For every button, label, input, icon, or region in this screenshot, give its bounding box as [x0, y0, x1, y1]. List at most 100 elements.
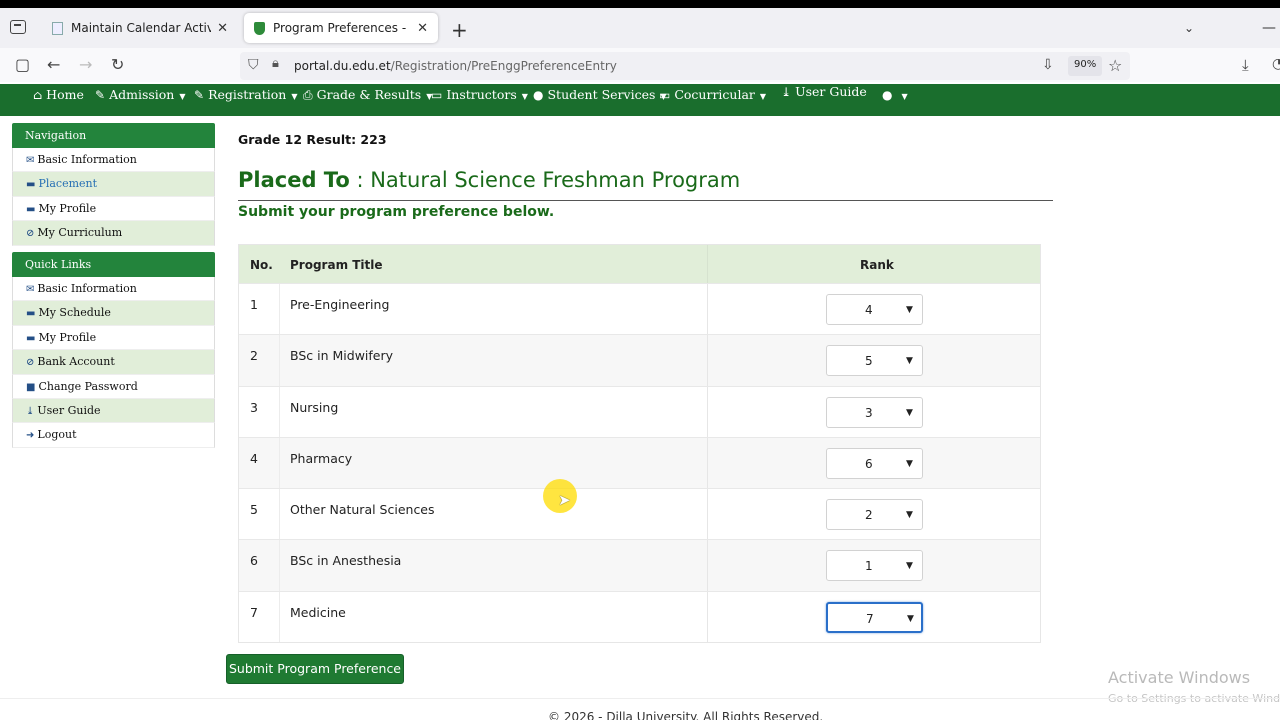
forward-arrow-icon[interactable]: → — [79, 55, 92, 74]
program-title: Other Natural Sciences — [290, 502, 435, 518]
rank-select[interactable]: 6 ▼ — [826, 447, 923, 479]
nav-link-placement[interactable]: ▬ Placement — [12, 172, 215, 197]
eye-slash-icon: ⊘ — [26, 228, 35, 240]
column-divider — [707, 335, 708, 386]
program-title: Medicine — [290, 604, 346, 620]
briefcase-icon: ▬ — [26, 179, 36, 191]
reload-icon[interactable]: ↻ — [111, 55, 124, 74]
table-row: 1 Pre-Engineering 4 ▼ — [239, 283, 1040, 335]
nav-home[interactable]: ⌂ Home — [33, 87, 84, 102]
column-divider — [279, 540, 280, 591]
rank-select-focused[interactable]: 7 ▼ — [826, 601, 923, 633]
placed-program: : Natural Science Freshman Program — [356, 168, 741, 192]
back-arrow-icon[interactable]: ← — [47, 55, 60, 74]
placement-heading: Placed To : Natural Science Freshman Pro… — [238, 168, 740, 192]
column-header-program-title: Program Title — [290, 258, 383, 272]
nav-user-menu[interactable]: ● ▼ — [882, 87, 908, 102]
logout-icon: ➜ — [26, 430, 35, 442]
table-row: 7 Medicine 7 ▼ — [239, 590, 1040, 643]
quick-link-my-schedule[interactable]: ▬ My Schedule — [12, 301, 215, 326]
edit-icon: ✎ — [95, 88, 106, 102]
sidebar-toggle-icon[interactable]: ▢ — [15, 55, 30, 74]
grade-12-result: Grade 12 Result: 223 — [238, 132, 387, 147]
nav-link-my-curriculum[interactable]: ⊘ My Curriculum — [12, 221, 215, 246]
nav-admission[interactable]: ✎ Admission ▼ — [95, 87, 186, 102]
placed-to-label: Placed To — [238, 168, 350, 192]
nav-instructors[interactable]: ▭ Instructors ▼ — [431, 87, 528, 102]
close-tab-icon[interactable]: ✕ — [417, 21, 428, 36]
zoom-level-badge[interactable]: 90% — [1068, 56, 1103, 76]
lock-icon[interactable]: 🔒︎ — [272, 56, 279, 71]
caret-down-icon: ▼ — [759, 92, 767, 101]
submit-program-preference-button[interactable]: Submit Program Preference — [226, 654, 404, 684]
nav-user-guide[interactable]: ⤓ User Guide — [781, 84, 867, 99]
envelope-icon: ✉ — [26, 155, 35, 166]
rank-value: 5 — [865, 354, 873, 369]
nav-cocurricular[interactable]: ▭ Cocurricular ▼ — [659, 87, 766, 102]
site-nav-bar: ⌂ Home ✎ Admission ▼ ✎ Registration ▼ ⎙ Grade … — [0, 84, 1280, 116]
browser-tab-bar: Maintain Calendar Activities ✕ Program P… — [0, 8, 1280, 48]
quick-link-basic-information[interactable]: ✉ Basic Information — [12, 277, 215, 302]
row-number: 2 — [250, 348, 258, 364]
caret-down-icon: ▼ — [906, 458, 913, 469]
chevron-down-icon[interactable]: ⌄ — [1184, 21, 1194, 35]
rank-select[interactable]: 4 ▼ — [826, 294, 923, 325]
navigation-panel: Navigation ✉ Basic Information ▬ Placement… — [12, 123, 215, 246]
extensions-icon[interactable]: ◔ — [1272, 56, 1280, 72]
quick-link-logout[interactable]: ➜ Logout — [12, 423, 215, 448]
save-page-icon[interactable]: ⇩ — [1042, 57, 1054, 73]
caret-down-icon: ▼ — [906, 407, 913, 418]
table-header: No. Program Title Rank — [239, 245, 1040, 283]
folder-icon: ▭ — [659, 88, 671, 102]
browser-tab-program-preferences[interactable]: Program Preferences - Dilla Uni ✕ — [244, 13, 438, 43]
column-header-rank: Rank — [860, 258, 894, 272]
briefcase-icon: ▬ — [26, 203, 36, 215]
caret-down-icon: ▼ — [906, 561, 913, 572]
column-divider — [707, 245, 708, 283]
quick-link-bank-account[interactable]: ⊘ Bank Account — [12, 350, 215, 375]
tab-list-icon[interactable] — [10, 20, 26, 34]
column-divider — [707, 284, 708, 335]
nav-link-basic-information[interactable]: ✉ Basic Information — [12, 148, 215, 173]
column-header-no: No. — [250, 258, 273, 272]
nav-registration[interactable]: ✎ Registration ▼ — [194, 87, 298, 102]
url-text[interactable]: portal.du.edu.et/Registration/PreEnggPre… — [294, 59, 617, 73]
navigation-panel-title: Navigation — [12, 123, 215, 148]
lock-icon: ■ — [26, 381, 36, 393]
row-number: 3 — [250, 399, 258, 415]
column-divider — [279, 284, 280, 335]
program-title: BSc in Midwifery — [290, 348, 394, 364]
bookmark-star-icon[interactable]: ☆ — [1108, 56, 1122, 75]
column-divider — [279, 591, 280, 643]
caret-down-icon: ▼ — [906, 356, 913, 367]
instruction-text: Submit your program preference below. — [238, 204, 555, 220]
nav-student-services[interactable]: ● Student Services ▼ — [533, 87, 667, 102]
table-row: 4 Pharmacy 6 ▼ — [239, 436, 1040, 489]
shield-icon[interactable]: ⛉ — [248, 57, 259, 73]
rank-select[interactable]: 2 ▼ — [826, 499, 923, 531]
rank-select[interactable]: 1 ▼ — [826, 550, 923, 582]
browser-tab-calendar[interactable]: Maintain Calendar Activities ✕ — [42, 13, 238, 43]
quick-link-change-password[interactable]: ■ Change Password — [12, 374, 215, 399]
row-number: 6 — [250, 553, 258, 569]
nav-grade-results[interactable]: ⎙ Grade & Results ▼ — [303, 87, 432, 103]
rank-select[interactable]: 5 ▼ — [826, 345, 923, 377]
home-icon: ⌂ — [33, 88, 43, 102]
screen-top-strip — [0, 0, 1280, 8]
address-bar[interactable]: ⛉ 🔒︎ portal.du.edu.et/Registration/PreEn… — [240, 52, 1130, 80]
rank-select[interactable]: 3 ▼ — [826, 396, 923, 428]
page-favicon-icon — [52, 21, 63, 35]
activate-windows-title: Activate Windows — [1108, 668, 1251, 687]
rank-value: 7 — [866, 611, 874, 626]
downloads-icon[interactable]: ⤓ — [1242, 56, 1249, 74]
close-tab-icon[interactable]: ✕ — [217, 21, 228, 36]
column-divider — [707, 386, 708, 437]
new-tab-icon[interactable]: + — [451, 18, 468, 42]
footer-divider — [0, 698, 1280, 699]
minimize-icon[interactable]: — — [1262, 20, 1276, 36]
table-row: 3 Nursing 3 ▼ — [239, 385, 1040, 437]
browser-nav-bar: ▢ ← → ↻ ⛉ 🔒︎ portal.du.edu.et/Registrati… — [0, 48, 1280, 82]
quick-link-my-profile[interactable]: ▬ My Profile — [12, 325, 215, 351]
quick-link-user-guide[interactable]: ⤓ User Guide — [12, 398, 215, 424]
nav-link-my-profile[interactable]: ▬ My Profile — [12, 196, 215, 222]
